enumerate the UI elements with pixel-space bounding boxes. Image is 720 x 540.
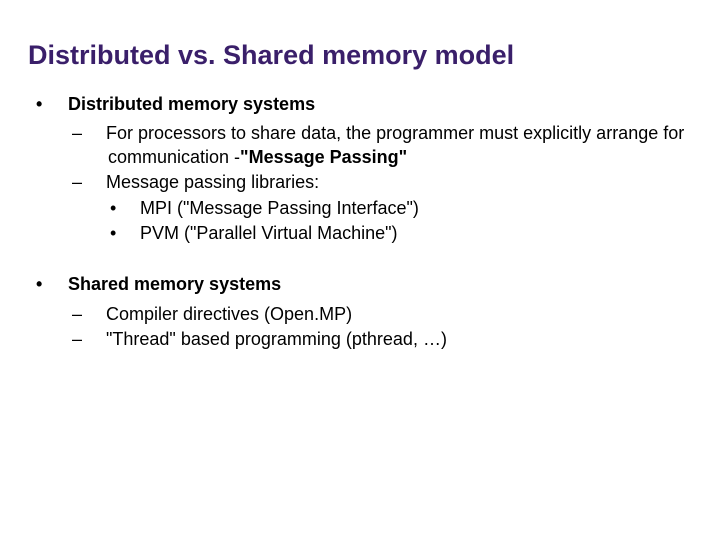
bullet-icon: • <box>54 93 68 116</box>
subpoint-text-bold: "Message Passing" <box>240 147 407 167</box>
slide-title: Distributed vs. Shared memory model <box>28 40 692 71</box>
subsub-mpi: •MPI ("Message Passing Interface") <box>126 197 692 220</box>
slide: Distributed vs. Shared memory model •Dis… <box>0 0 720 540</box>
bullet-shared: •Shared memory systems <box>54 273 692 296</box>
dash-icon: – <box>90 122 106 145</box>
subpoint-text: For processors to share data, the progra… <box>106 123 684 166</box>
subpoint-text: Message passing libraries: <box>106 172 319 192</box>
dash-icon: – <box>90 303 106 326</box>
subsub-text: PVM ("Parallel Virtual Machine") <box>140 223 398 243</box>
bullet-distributed: •Distributed memory systems <box>54 93 692 116</box>
dash-icon: – <box>90 328 106 351</box>
subpoint-thread: –"Thread" based programming (pthread, …) <box>90 328 692 351</box>
block-shared: •Shared memory systems –Compiler directi… <box>28 273 692 351</box>
bullet-text: Shared memory systems <box>68 274 281 294</box>
subpoint-share-data: –For processors to share data, the progr… <box>90 122 692 169</box>
bullet-icon: • <box>54 273 68 296</box>
bullet-icon: • <box>126 222 140 245</box>
bullet-icon: • <box>126 197 140 220</box>
dash-icon: – <box>90 171 106 194</box>
subsub-text: MPI ("Message Passing Interface") <box>140 198 419 218</box>
subpoint-text: Compiler directives (Open.MP) <box>106 304 352 324</box>
subpoint-libraries: –Message passing libraries: <box>90 171 692 194</box>
subpoint-text: "Thread" based programming (pthread, …) <box>106 329 447 349</box>
slide-body: •Distributed memory systems –For process… <box>28 93 692 352</box>
bullet-text: Distributed memory systems <box>68 94 315 114</box>
subpoint-openmp: –Compiler directives (Open.MP) <box>90 303 692 326</box>
subsub-pvm: •PVM ("Parallel Virtual Machine") <box>126 222 692 245</box>
